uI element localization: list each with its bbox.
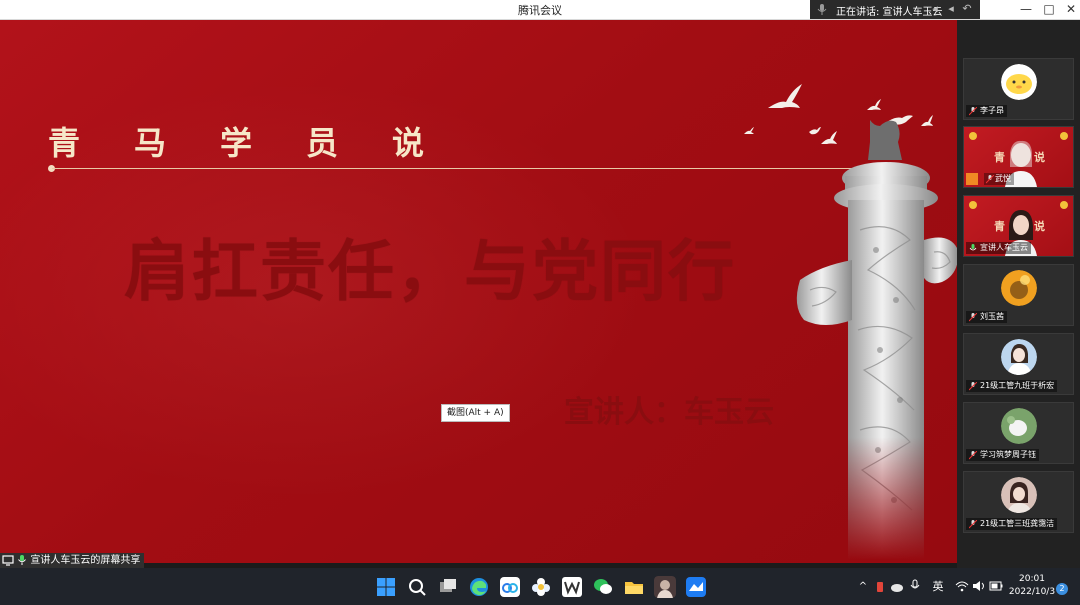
tray-overflow-button[interactable]: ^ xyxy=(856,568,870,605)
screen-share-label: 宣讲人车玉云的屏幕共享 xyxy=(30,555,141,566)
muted-mic-icon xyxy=(969,451,977,460)
party-emblem-icon xyxy=(969,201,977,209)
participant-name: 武悦 xyxy=(984,173,1014,185)
speaking-mic-icon xyxy=(817,4,827,15)
minimize-button[interactable]: — xyxy=(1014,0,1038,19)
participant-name: 21级工管三班龚霭洁 xyxy=(966,518,1058,530)
tray-app-icon[interactable] xyxy=(874,580,886,594)
app-flower-icon[interactable] xyxy=(530,576,552,598)
screenshot-tooltip: 截图(Alt + A) xyxy=(441,404,510,422)
avatar xyxy=(1001,270,1037,306)
muted-mic-icon xyxy=(986,175,994,184)
windows-start-icon[interactable] xyxy=(375,576,397,598)
heading-char: 学 xyxy=(220,124,253,162)
avatar xyxy=(1001,339,1037,375)
avatar xyxy=(1001,64,1037,100)
party-emblem-icon xyxy=(1060,201,1068,209)
clock-time: 20:01 xyxy=(1019,574,1045,584)
participant-tile[interactable]: 青 说 宣讲人车玉云 xyxy=(963,195,1074,257)
file-explorer-icon[interactable] xyxy=(623,576,645,598)
battery-icon[interactable] xyxy=(989,581,1003,591)
heading-char: 说 xyxy=(392,124,425,162)
close-button[interactable]: ✕ xyxy=(1059,0,1080,19)
heading-char: 员 xyxy=(306,124,339,162)
microphone-icon[interactable] xyxy=(910,579,920,593)
edge-icon[interactable] xyxy=(468,576,490,598)
mic-icon xyxy=(18,555,27,565)
shared-screen: 青 马 学 员 说 肩扛责任，与党同行 宣讲人：车玉云 截图(Alt + A) xyxy=(0,20,957,563)
tencent-meeting-avatar-icon[interactable] xyxy=(654,576,676,598)
muted-mic-icon xyxy=(969,313,977,322)
participant-tile[interactable]: 青 说 武悦 xyxy=(963,126,1074,188)
baidu-netdisk-icon[interactable] xyxy=(499,576,521,598)
tencent-meeting-icon[interactable] xyxy=(685,576,707,598)
huabiao-pillar-image xyxy=(796,120,957,560)
speaking-indicator[interactable]: 正在讲话: 宣讲人车玉云 ◂ ◂ ↶ xyxy=(810,0,980,19)
participant-tile[interactable]: 学习筑梦周子钰 xyxy=(963,402,1074,464)
screen-share-status-bar[interactable]: 宣讲人车玉云的屏幕共享 xyxy=(0,553,145,569)
cloud-icon[interactable] xyxy=(890,581,904,593)
heading-char: 青 xyxy=(48,124,81,162)
muted-mic-icon xyxy=(969,107,977,116)
slide-slogan: 肩扛责任，与党同行 xyxy=(124,232,736,310)
participant-name: 李子昂 xyxy=(966,105,1007,117)
wps-icon[interactable] xyxy=(561,576,583,598)
screen-share-icon xyxy=(2,555,14,566)
heading-char: 马 xyxy=(134,124,167,162)
active-mic-icon xyxy=(969,244,977,251)
party-emblem-icon xyxy=(1060,132,1068,140)
heading-rule xyxy=(52,168,862,169)
muted-mic-icon xyxy=(969,520,977,529)
ime-language-indicator[interactable]: 英 xyxy=(930,568,946,605)
speaking-label: 正在讲话: 宣讲人车玉云 xyxy=(836,7,943,18)
wechat-icon[interactable] xyxy=(592,576,614,598)
dove-icon xyxy=(744,127,754,134)
taskbar-clock[interactable]: 20:01 2022/10/3 xyxy=(1004,573,1060,599)
window-title-bar: 腾讯会议 正在讲话: 宣讲人车玉云 ◂ ◂ ↶ — □ ✕ xyxy=(0,0,1080,20)
participants-panel: 李子昂 青 说 武悦 青 说 宣讲人车玉云 刘玉茜 21级工管九班于析宏 学习筑… xyxy=(957,20,1080,568)
undo-icon[interactable]: ↶ xyxy=(960,2,974,16)
participant-tile[interactable]: 李子昂 xyxy=(963,58,1074,120)
slide-presenter: 宣讲人：车玉云 xyxy=(564,395,774,430)
wifi-icon[interactable] xyxy=(955,580,969,592)
participant-name: 学习筑梦周子钰 xyxy=(966,449,1039,461)
arrow-left-icon[interactable]: ◂ xyxy=(928,2,942,16)
search-icon[interactable] xyxy=(406,576,428,598)
volume-icon[interactable] xyxy=(972,580,986,592)
task-view-icon[interactable] xyxy=(437,576,459,598)
participant-name: 宣讲人车玉云 xyxy=(966,242,1031,254)
participant-tile[interactable]: 21级工管九班于析宏 xyxy=(963,333,1074,395)
clock-date: 2022/10/3 xyxy=(1008,587,1056,597)
host-badge-icon xyxy=(966,173,978,185)
participant-name: 21级工管九班于析宏 xyxy=(966,380,1058,392)
avatar xyxy=(1001,408,1037,444)
muted-mic-icon xyxy=(969,382,977,391)
maximize-button[interactable]: □ xyxy=(1037,0,1061,19)
arrow-right-icon[interactable]: ◂ xyxy=(944,2,958,16)
taskbar: ^ 英 20:01 2022/10/3 2 xyxy=(0,568,1080,605)
avatar xyxy=(1001,477,1037,513)
participant-name: 刘玉茜 xyxy=(966,311,1007,323)
participant-tile[interactable]: 21级工管三班龚霭洁 xyxy=(963,471,1074,533)
participant-tile[interactable]: 刘玉茜 xyxy=(963,264,1074,326)
party-emblem-icon xyxy=(969,132,977,140)
notification-badge[interactable]: 2 xyxy=(1056,583,1068,595)
slide-heading: 青马学员说 xyxy=(48,118,478,164)
